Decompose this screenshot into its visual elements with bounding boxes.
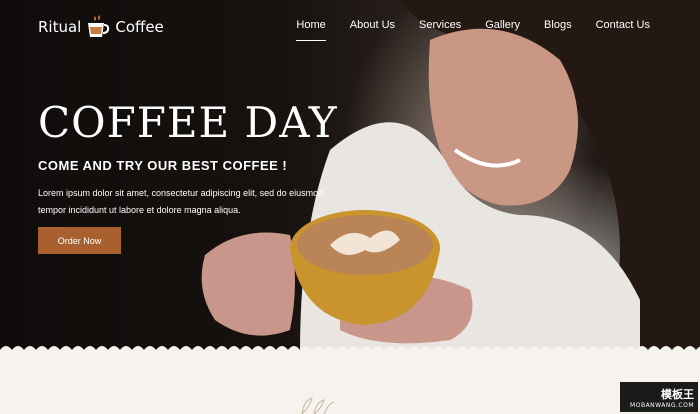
coffee-cup-icon: [88, 15, 110, 37]
nav-gallery[interactable]: Gallery: [485, 19, 520, 37]
coffee-leaf-icon: [301, 397, 335, 414]
nav-blogs[interactable]: Blogs: [544, 19, 572, 37]
nav-home[interactable]: Home: [296, 19, 327, 41]
nav-about-us[interactable]: About Us: [350, 19, 395, 37]
main-nav: Home About Us Services Gallery Blogs Con…: [296, 19, 650, 41]
lower-section: [0, 352, 700, 414]
hero-subtitle: COME AND TRY OUR BEST COFFEE !: [38, 158, 288, 173]
order-now-button[interactable]: Order Now: [38, 227, 121, 254]
hero-section: Ritual Coffee Home About Us Services Gal…: [0, 0, 700, 352]
brand-logo[interactable]: Ritual Coffee: [38, 14, 164, 40]
brand-word-coffee: Coffee: [115, 18, 164, 36]
watermark-text-bottom: MOBANWANG.COM: [630, 401, 694, 409]
hero-photo-woman-with-coffee: [201, 0, 700, 352]
watermark-badge: 模板王 MOBANWANG.COM: [620, 382, 698, 412]
watermark-text-top: 模板王: [661, 387, 694, 401]
nav-services[interactable]: Services: [419, 19, 461, 37]
nav-contact-us[interactable]: Contact Us: [596, 19, 650, 37]
brand-word-ritual: Ritual: [38, 18, 82, 36]
hero-description: Lorem ipsum dolor sit amet, consectetur …: [38, 188, 324, 215]
hero-title: COFFEE DAY: [38, 98, 338, 147]
